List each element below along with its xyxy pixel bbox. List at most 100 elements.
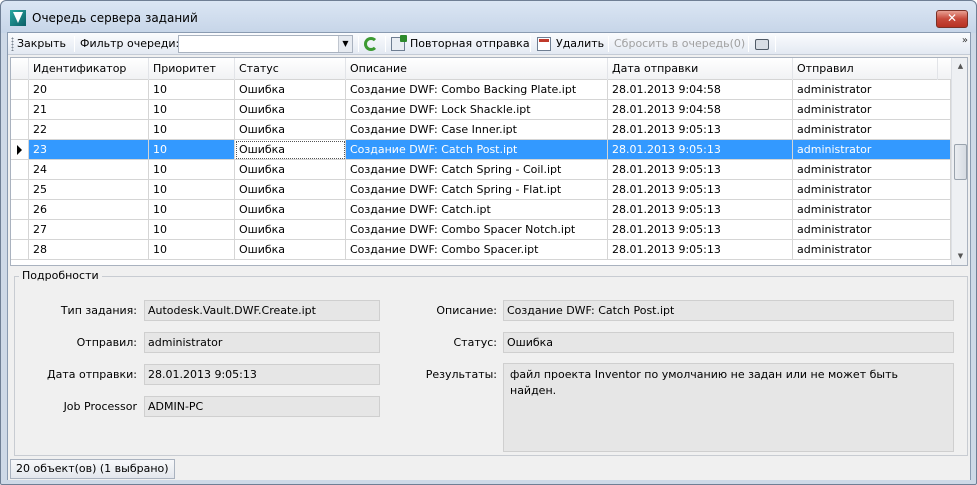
cell-priority[interactable]: 10 xyxy=(149,180,235,200)
cell-priority[interactable]: 10 xyxy=(149,220,235,240)
close-button[interactable]: Закрыть xyxy=(17,36,66,52)
cell-status[interactable]: Ошибка xyxy=(235,200,346,220)
cell-status[interactable]: Ошибка xyxy=(235,80,346,100)
cell-user[interactable]: administrator xyxy=(793,160,951,180)
cell-description[interactable]: Создание DWF: Combo Backing Plate.ipt xyxy=(346,80,608,100)
row-header[interactable] xyxy=(11,120,29,140)
cell-id[interactable]: 27 xyxy=(29,220,149,240)
title-bar[interactable]: Очередь сервера заданий ✕ xyxy=(1,1,976,33)
cell-id[interactable]: 22 xyxy=(29,120,149,140)
cell-status[interactable]: Ошибка xyxy=(235,240,346,260)
grid-vertical-scrollbar[interactable]: ▲ ▼ xyxy=(951,58,967,265)
row-header[interactable] xyxy=(11,140,29,160)
cell-priority[interactable]: 10 xyxy=(149,200,235,220)
table-row[interactable]: 22 10 Ошибка Создание DWF: Case Inner.ipt 28… xyxy=(11,120,951,140)
cell-description[interactable]: Создание DWF: Catch Spring - Flat.ipt xyxy=(346,180,608,200)
row-header[interactable] xyxy=(11,80,29,100)
cell-priority[interactable]: 10 xyxy=(149,100,235,120)
table-row[interactable]: 28 10 Ошибка Создание DWF: Combo Spacer.ipt… xyxy=(11,240,951,260)
resend-button[interactable]: Повторная отправка xyxy=(410,36,530,52)
table-row[interactable]: 27 10 Ошибка Создание DWF: Combo Spacer Not… xyxy=(11,220,951,240)
cell-date[interactable]: 28.01.2013 9:05:13 xyxy=(608,220,793,240)
cell-id[interactable]: 28 xyxy=(29,240,149,260)
cell-description[interactable]: Создание DWF: Lock Shackle.ipt xyxy=(346,100,608,120)
column-header-user[interactable]: Отправил xyxy=(793,58,938,80)
scroll-down-icon[interactable]: ▼ xyxy=(953,248,967,264)
table-row[interactable]: 23 10 Ошибка Создание DWF: Catch Post.ipt 28… xyxy=(11,140,951,160)
row-header[interactable] xyxy=(11,100,29,120)
column-header-status[interactable]: Статус xyxy=(235,58,346,80)
cell-date[interactable]: 28.01.2013 9:05:13 xyxy=(608,180,793,200)
cell-id[interactable]: 25 xyxy=(29,180,149,200)
cell-id[interactable]: 21 xyxy=(29,100,149,120)
scroll-thumb[interactable] xyxy=(954,144,967,180)
cell-status[interactable]: Ошибка xyxy=(235,180,346,200)
cell-date[interactable]: 28.01.2013 9:05:13 xyxy=(608,140,793,160)
cell-date[interactable]: 28.01.2013 9:04:58 xyxy=(608,100,793,120)
status-value: Ошибка xyxy=(503,332,954,353)
print-icon[interactable] xyxy=(755,39,769,50)
cell-description[interactable]: Создание DWF: Combo Spacer.ipt xyxy=(346,240,608,260)
cell-date[interactable]: 28.01.2013 9:05:13 xyxy=(608,160,793,180)
date-label: Дата отправки: xyxy=(46,368,137,381)
row-header[interactable] xyxy=(11,240,29,260)
table-row[interactable]: 25 10 Ошибка Создание DWF: Catch Spring - F… xyxy=(11,180,951,200)
cell-user[interactable]: administrator xyxy=(793,200,951,220)
cell-status[interactable]: Ошибка xyxy=(235,220,346,240)
column-header-date[interactable]: Дата отправки xyxy=(608,58,793,80)
row-header[interactable] xyxy=(11,160,29,180)
table-row[interactable]: 26 10 Ошибка Создание DWF: Catch.ipt 28.01.2… xyxy=(11,200,951,220)
cell-priority[interactable]: 10 xyxy=(149,160,235,180)
cell-date[interactable]: 28.01.2013 9:05:13 xyxy=(608,120,793,140)
cell-status[interactable]: Ошибка xyxy=(235,160,346,180)
cell-description[interactable]: Создание DWF: Catch.ipt xyxy=(346,200,608,220)
table-row[interactable]: 20 10 Ошибка Создание DWF: Combo Backing Pl… xyxy=(11,80,951,100)
queue-filter-combobox[interactable]: ▼ xyxy=(178,35,353,53)
cell-description[interactable]: Создание DWF: Catch Spring - Coil.ipt xyxy=(346,160,608,180)
cell-status[interactable]: Ошибка xyxy=(235,140,346,160)
cell-user[interactable]: administrator xyxy=(793,240,951,260)
cell-user[interactable]: administrator xyxy=(793,100,951,120)
cell-id[interactable]: 20 xyxy=(29,80,149,100)
cell-description[interactable]: Создание DWF: Case Inner.ipt xyxy=(346,120,608,140)
column-header-priority[interactable]: Приоритет xyxy=(149,58,235,80)
cell-date[interactable]: 28.01.2013 9:05:13 xyxy=(608,240,793,260)
refresh-icon[interactable] xyxy=(364,37,378,51)
cell-status[interactable]: Ошибка xyxy=(235,100,346,120)
toolbar-grip[interactable] xyxy=(11,37,14,51)
job-queue-window: Очередь сервера заданий ✕ Закрыть Фильтр… xyxy=(0,0,977,485)
cell-user[interactable]: administrator xyxy=(793,140,951,160)
cell-user[interactable]: administrator xyxy=(793,120,951,140)
cell-id[interactable]: 24 xyxy=(29,160,149,180)
cell-user[interactable]: administrator xyxy=(793,220,951,240)
row-header[interactable] xyxy=(11,200,29,220)
cell-description[interactable]: Создание DWF: Catch Post.ipt xyxy=(346,140,608,160)
cell-priority[interactable]: 10 xyxy=(149,240,235,260)
cell-id[interactable]: 26 xyxy=(29,200,149,220)
toolbar-separator xyxy=(775,36,776,52)
cell-date[interactable]: 28.01.2013 9:05:13 xyxy=(608,200,793,220)
cell-user[interactable]: administrator xyxy=(793,180,951,200)
cell-date[interactable]: 28.01.2013 9:04:58 xyxy=(608,80,793,100)
cell-description[interactable]: Создание DWF: Combo Spacer Notch.ipt xyxy=(346,220,608,240)
cell-priority[interactable]: 10 xyxy=(149,140,235,160)
cell-status[interactable]: Ошибка xyxy=(235,120,346,140)
reset-to-queue-button[interactable]: Сбросить в очередь(0) xyxy=(614,36,745,52)
cell-priority[interactable]: 10 xyxy=(149,120,235,140)
toolbar-overflow-icon[interactable]: » xyxy=(962,35,968,46)
scroll-up-icon[interactable]: ▲ xyxy=(953,58,967,74)
row-header[interactable] xyxy=(11,220,29,240)
cell-user[interactable]: administrator xyxy=(793,80,951,100)
column-header-description[interactable]: Описание xyxy=(346,58,608,80)
delete-button[interactable]: Удалить xyxy=(556,36,604,52)
cell-priority[interactable]: 10 xyxy=(149,80,235,100)
description-value: Создание DWF: Catch Post.ipt xyxy=(503,300,954,321)
table-row[interactable]: 24 10 Ошибка Создание DWF: Catch Spring - C… xyxy=(11,160,951,180)
table-row[interactable]: 21 10 Ошибка Создание DWF: Lock Shackle.ipt… xyxy=(11,100,951,120)
column-header-id[interactable]: Идентификатор xyxy=(29,58,149,80)
row-header[interactable] xyxy=(11,180,29,200)
window-close-button[interactable]: ✕ xyxy=(936,10,968,28)
chevron-down-icon[interactable]: ▼ xyxy=(338,36,352,52)
cell-id[interactable]: 23 xyxy=(29,140,149,160)
current-row-icon xyxy=(17,145,22,155)
